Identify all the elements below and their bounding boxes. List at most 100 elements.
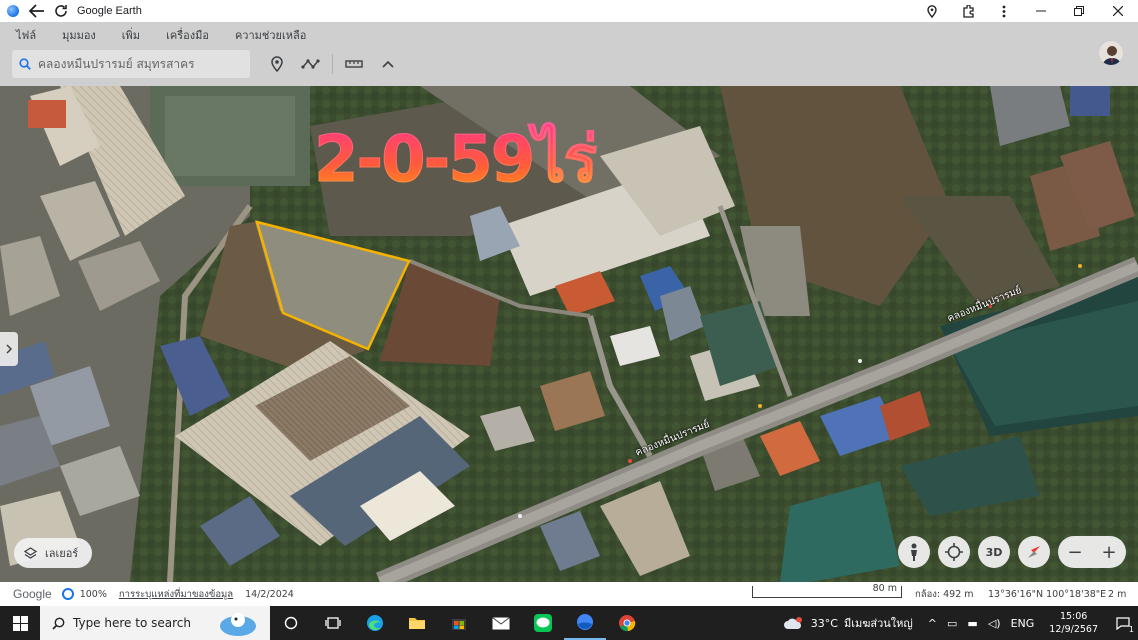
google-earth-icon <box>577 614 593 630</box>
task-view-button[interactable] <box>270 606 312 640</box>
google-earth-app-icon <box>7 5 19 17</box>
imagery-date: 14/2/2024 <box>245 588 294 600</box>
windows-logo-icon <box>12 615 28 631</box>
menu-bar: ไฟล์ มุมมอง เพิ่ม เครื่องมือ ความช่วยเหล… <box>16 26 332 44</box>
notification-count: 1 <box>1128 625 1134 634</box>
restore-icon <box>1074 6 1084 16</box>
line-app[interactable] <box>522 606 564 640</box>
network-icon[interactable]: ▭ <box>947 617 957 630</box>
location-button[interactable] <box>914 0 950 22</box>
minimize-button[interactable] <box>1022 0 1060 22</box>
store-icon <box>452 619 466 630</box>
chrome-app[interactable] <box>606 606 648 640</box>
pegman-icon <box>911 543 917 561</box>
zoom-in-button[interactable]: + <box>1101 542 1116 563</box>
search-box <box>12 50 250 78</box>
user-avatar[interactable] <box>1098 40 1124 66</box>
minimize-icon <box>1036 10 1046 12</box>
side-panel-toggle[interactable] <box>0 332 18 366</box>
menu-add[interactable]: เพิ่ม <box>122 26 140 44</box>
clock[interactable]: 15:06 12/9/2567 <box>1049 610 1098 636</box>
path-icon <box>301 59 320 69</box>
system-tray: 33°C มีเมฆส่วนใหญ่ ^ ▭ ▬ ◁) ENG 15:06 12… <box>783 606 1138 640</box>
temperature: 33°C <box>810 616 838 630</box>
extension-icon <box>962 4 974 18</box>
coordinates: 13°36'16"N 100°18'38"E <box>988 588 1107 600</box>
reload-icon <box>55 5 67 17</box>
search-highlight-icon <box>220 613 256 636</box>
crosshair-icon <box>945 543 963 561</box>
battery-icon[interactable]: ▬ <box>967 617 977 630</box>
restore-button[interactable] <box>1060 0 1098 22</box>
zoom-percent: 100% <box>79 588 107 600</box>
camera-altitude: กล้อง: 492 m <box>915 588 974 600</box>
layers-button[interactable]: เลเยอร์ <box>14 538 93 568</box>
start-button[interactable] <box>0 606 40 640</box>
store-app[interactable] <box>438 606 480 640</box>
chevron-up-icon <box>382 60 394 68</box>
scale-bar: 80 m <box>752 583 902 598</box>
clock-time: 15:06 <box>1059 611 1088 622</box>
zoom-out-button[interactable]: − <box>1067 542 1082 563</box>
close-button[interactable] <box>1098 0 1138 22</box>
toggle-3d-button[interactable]: 3D <box>978 536 1010 568</box>
pegman-button[interactable] <box>898 536 930 568</box>
layers-label: เลเยอร์ <box>45 547 79 560</box>
google-logo: Google <box>13 587 52 601</box>
edge-browser-icon <box>367 615 383 631</box>
reload-button[interactable] <box>49 0 73 22</box>
menu-help[interactable]: ความช่วยเหลือ <box>235 26 306 44</box>
compass-button[interactable] <box>1018 536 1050 568</box>
search-input[interactable] <box>38 57 238 71</box>
chrome-icon <box>619 615 636 632</box>
cloud-icon <box>783 617 802 629</box>
placemark-icon <box>271 56 283 72</box>
google-earth-window: Google Earth 2-0-59ไร่ คลองหมื่นปรารมย์ … <box>0 0 1138 640</box>
toolbar <box>260 52 405 76</box>
back-arrow-icon <box>29 4 44 18</box>
mail-app[interactable] <box>480 606 522 640</box>
more-vertical-icon <box>1002 5 1006 17</box>
extensions-button[interactable] <box>950 0 986 22</box>
collapse-toolbar-button[interactable] <box>371 52 405 76</box>
notification-icon <box>1116 616 1130 630</box>
widgets-button[interactable] <box>312 606 354 640</box>
back-button[interactable] <box>25 0 49 22</box>
add-path-button[interactable] <box>294 52 328 76</box>
satellite-map-view[interactable]: 2-0-59ไร่ คลองหมื่นปรารมย์ คลองหมื่นปราร… <box>0 86 1138 582</box>
more-options-button[interactable] <box>986 0 1022 22</box>
toolbar-divider <box>332 54 333 74</box>
data-source-link[interactable]: การระบุแหล่งที่มาของข้อมูล <box>119 587 233 602</box>
scale-label: 80 m <box>872 583 897 594</box>
file-explorer-app[interactable] <box>396 606 438 640</box>
menu-tools[interactable]: เครื่องมือ <box>166 26 209 44</box>
notifications-button[interactable]: 1 <box>1108 606 1138 640</box>
menu-file[interactable]: ไฟล์ <box>16 26 36 44</box>
windows-taskbar: Type here to search 33°C มีเมฆส่วนใหญ่ ^… <box>0 606 1138 640</box>
chevron-right-icon <box>6 344 12 354</box>
my-location-button[interactable] <box>938 536 970 568</box>
folder-icon <box>409 618 425 629</box>
search-icon <box>12 58 38 70</box>
taskbar-search[interactable]: Type here to search <box>40 606 270 640</box>
google-earth-app[interactable] <box>564 606 606 640</box>
measure-button[interactable] <box>337 52 371 76</box>
speaker-icon[interactable]: ◁) <box>988 617 1001 630</box>
location-pin-icon <box>927 4 937 18</box>
add-placemark-button[interactable] <box>260 52 294 76</box>
layers-icon <box>24 546 37 559</box>
title-bar: Google Earth <box>0 0 1138 22</box>
chevron-up-icon[interactable]: ^ <box>928 617 937 630</box>
weather-widget[interactable]: 33°C มีเมฆส่วนใหญ่ <box>783 614 913 632</box>
clock-date: 12/9/2567 <box>1049 624 1098 635</box>
edge-app[interactable] <box>354 606 396 640</box>
weather-description: มีเมฆส่วนใหญ่ <box>843 617 913 630</box>
loading-ring-icon <box>61 588 74 600</box>
task-view-icon <box>284 616 298 630</box>
task-switch-icon <box>325 617 341 629</box>
compass-icon <box>1028 546 1040 558</box>
menu-view[interactable]: มุมมอง <box>62 26 96 44</box>
zoom-control: − + <box>1058 536 1126 568</box>
input-language[interactable]: ENG <box>1011 617 1035 630</box>
top-panel: ไฟล์ มุมมอง เพิ่ม เครื่องมือ ความช่วยเหล… <box>0 22 1138 86</box>
